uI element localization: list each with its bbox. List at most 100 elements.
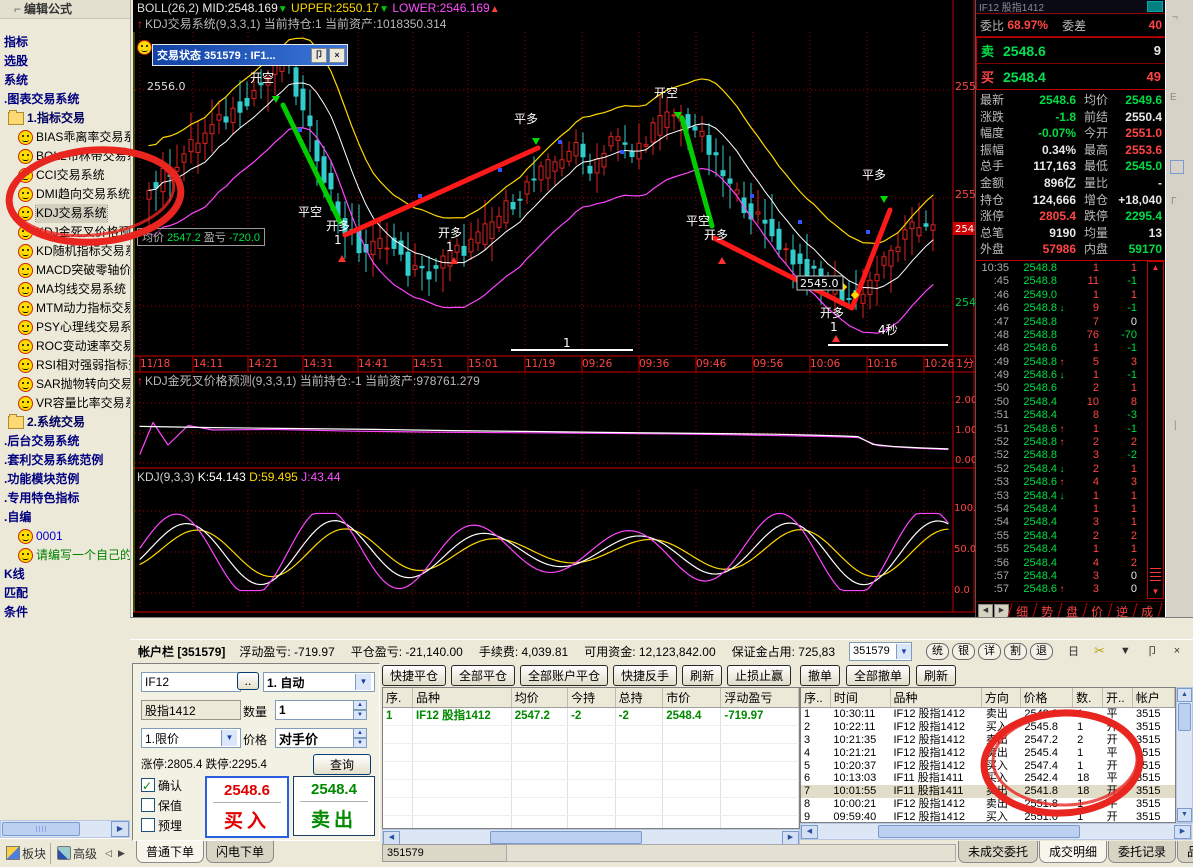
scroll-left-icon[interactable]: ◀	[383, 831, 400, 845]
mini-button-银[interactable]: 银	[952, 643, 975, 660]
collapse-icon[interactable]: ⌐	[14, 2, 21, 16]
sidebar-item[interactable]: KDJ金死叉价格预测	[0, 223, 130, 242]
order-row[interactable]: 510:20:37IF12 股指1412买入2547.41开3515	[801, 760, 1175, 773]
sidebar-item[interactable]: 0001	[0, 527, 130, 546]
sidebar-item[interactable]: ROC变动速率交易系统	[0, 337, 130, 356]
contract-code-input[interactable]: IF12	[141, 672, 241, 692]
checkbox-icon[interactable]	[141, 778, 155, 792]
tab-闪电下单[interactable]: 闪电下单	[206, 841, 274, 863]
spin-down-icon[interactable]: ▼	[353, 710, 367, 720]
sidebar-item[interactable]: .自编	[0, 508, 130, 527]
orders-hscrollbar[interactable]: ◀ ▶	[800, 823, 1192, 840]
scrollbar-thumb[interactable]	[2, 822, 80, 836]
button-全部平仓[interactable]: 全部平仓	[451, 665, 515, 686]
sidebar-item[interactable]: 请编写一个自己的交易	[0, 546, 130, 565]
close-icon[interactable]: ×	[1173, 645, 1181, 657]
trade-status-window[interactable]: 交易状态 351579 : IF1... 卩 ×	[152, 44, 348, 66]
tab-委托记录[interactable]: 委托记录	[1108, 841, 1176, 863]
button-刷新[interactable]: 刷新	[682, 665, 722, 686]
sell-button[interactable]: 2548.4 卖出	[293, 776, 375, 836]
order-row[interactable]: 610:13:03IF11 股指1411买入2542.418平3515	[801, 772, 1175, 785]
pin-icon[interactable]: 卩	[1146, 643, 1159, 659]
query-button[interactable]: 查询	[313, 754, 371, 775]
order-row[interactable]: 410:21:21IF12 股指1412卖出2545.41平3515	[801, 747, 1175, 760]
button-撤单[interactable]: 撤单	[800, 665, 840, 686]
tab-blocks[interactable]: 板块	[2, 843, 51, 864]
sidebar-item[interactable]: BOLL布林带交易系统	[0, 147, 130, 166]
checkbox-icon[interactable]	[141, 818, 155, 832]
order-row[interactable]: 110:30:11IF12 股指1412卖出2548.81平3515	[801, 708, 1175, 721]
close-icon[interactable]: ×	[329, 48, 345, 63]
qty-input[interactable]: 1	[275, 700, 357, 720]
sidebar-item[interactable]: 1.指标交易	[0, 109, 130, 128]
account-combo[interactable]: 351579 ▼	[849, 642, 912, 661]
scroll-down-icon[interactable]: ▼	[1148, 586, 1163, 598]
checkbox-row[interactable]: 保值	[141, 796, 182, 816]
chevron-down-icon[interactable]: ▼	[221, 730, 237, 746]
chart-smiley-icon[interactable]	[137, 40, 155, 58]
scroll-right-icon[interactable]: ▶	[1174, 825, 1191, 839]
scrollbar-thumb[interactable]	[878, 825, 1080, 838]
sidebar-item[interactable]: 系统	[0, 71, 130, 90]
sidebar-item[interactable]: 匹配	[0, 584, 130, 603]
sidebar-item[interactable]: .图表交易系统	[0, 90, 130, 109]
sidebar-item[interactable]: 指标	[0, 33, 130, 52]
chevron-down-icon[interactable]: ▼	[1119, 645, 1132, 657]
spin-up-icon[interactable]: ▲	[353, 700, 367, 710]
orders-vscrollbar[interactable]: ▲ ▼	[1176, 687, 1193, 823]
tools-icon[interactable]: ✂	[1094, 643, 1105, 659]
pin-icon[interactable]: 卩	[311, 48, 327, 63]
mini-button-详[interactable]: 详	[978, 643, 1001, 660]
buy-button[interactable]: 2548.6 买入	[205, 776, 289, 838]
order-row[interactable]: 810:00:21IF12 股指1412卖出2551.81平3515	[801, 798, 1175, 811]
button-快捷平仓[interactable]: 快捷平仓	[382, 665, 446, 686]
checkbox-row[interactable]: 确认	[141, 776, 182, 796]
order-row[interactable]: 710:01:55IF11 股指1411卖出2541.818开3515	[801, 785, 1175, 798]
ask-row[interactable]: 卖 2548.6 9	[977, 38, 1165, 63]
scrollbar-thumb[interactable]	[1178, 703, 1191, 731]
order-row[interactable]: 210:22:11IF12 股指1412买入2545.81开3515	[801, 721, 1175, 734]
sidebar-item[interactable]: PSY心理线交易系统	[0, 318, 130, 337]
browse-button[interactable]: ..	[237, 672, 259, 690]
tab-prev-icon[interactable]: ◁	[103, 848, 114, 859]
tick-scrollbar[interactable]: ▲ ▼	[1147, 261, 1164, 599]
tab-成交明细[interactable]: 成交明细	[1039, 841, 1107, 863]
button-止损止赢[interactable]: 止损止赢	[727, 665, 791, 686]
sidebar-item[interactable]: DMI趋向交易系统	[0, 185, 130, 204]
sidebar-item[interactable]: 2.系统交易	[0, 413, 130, 432]
sidebar-item[interactable]: .后台交易系统	[0, 432, 130, 451]
button-全部账户平仓[interactable]: 全部账户平仓	[520, 665, 608, 686]
scroll-right-icon[interactable]: ▶	[782, 831, 799, 845]
sidebar-item[interactable]: 条件	[0, 603, 130, 622]
tab-next-icon[interactable]: ▶	[116, 848, 127, 859]
scroll-up-icon[interactable]: ▲	[1148, 262, 1163, 274]
tab-品种列表[interactable]: 品种列表	[1177, 841, 1193, 863]
order-row[interactable]: 310:21:35IF12 股指1412卖出2547.22开3515	[801, 734, 1175, 747]
sidebar-item[interactable]: MACD突破零轴价格	[0, 261, 130, 280]
button-刷新[interactable]: 刷新	[916, 665, 956, 686]
sidebar-item[interactable]: SAR抛物转向交易系统	[0, 375, 130, 394]
sidebar-item[interactable]: K线	[0, 565, 130, 584]
sidebar-item[interactable]: KDJ交易系统	[0, 204, 130, 223]
price-input[interactable]: 对手价	[275, 728, 357, 748]
scroll-down-icon[interactable]: ▼	[1177, 808, 1192, 822]
scroll-right-icon[interactable]: ▶	[111, 821, 129, 837]
tab-普通下单[interactable]: 普通下单	[136, 841, 204, 863]
scrollbar-thumb[interactable]	[490, 831, 642, 844]
chart-area[interactable]: 开空平空开多1开多1平多开空平空开多平多开多14秒12545.02556.025…	[133, 0, 975, 617]
bid-row[interactable]: 买 2548.4 49	[977, 63, 1165, 89]
sidebar-hscrollbar[interactable]: ▶	[0, 820, 130, 838]
mini-button-退[interactable]: 退	[1030, 643, 1053, 660]
sidebar-item[interactable]: VR容量比率交易系统	[0, 394, 130, 413]
scroll-left-icon[interactable]: ◀	[801, 825, 818, 839]
scroll-up-icon[interactable]: ▲	[1177, 688, 1192, 702]
quote-mini-header[interactable]: IF12 股指1412	[976, 0, 1166, 13]
sidebar-item[interactable]: KD随机指标交易系统	[0, 242, 130, 261]
tab-advanced[interactable]: 高级	[53, 843, 101, 864]
mode-select[interactable]: 1. 自动▼	[263, 672, 375, 692]
order-type-select[interactable]: 1.限价▼	[141, 728, 241, 748]
sidebar-item[interactable]: MA均线交易系统	[0, 280, 130, 299]
qty-stepper[interactable]: ▲▼	[353, 700, 367, 718]
button-快捷反手[interactable]: 快捷反手	[613, 665, 677, 686]
chevron-down-icon[interactable]: ▼	[896, 644, 911, 659]
